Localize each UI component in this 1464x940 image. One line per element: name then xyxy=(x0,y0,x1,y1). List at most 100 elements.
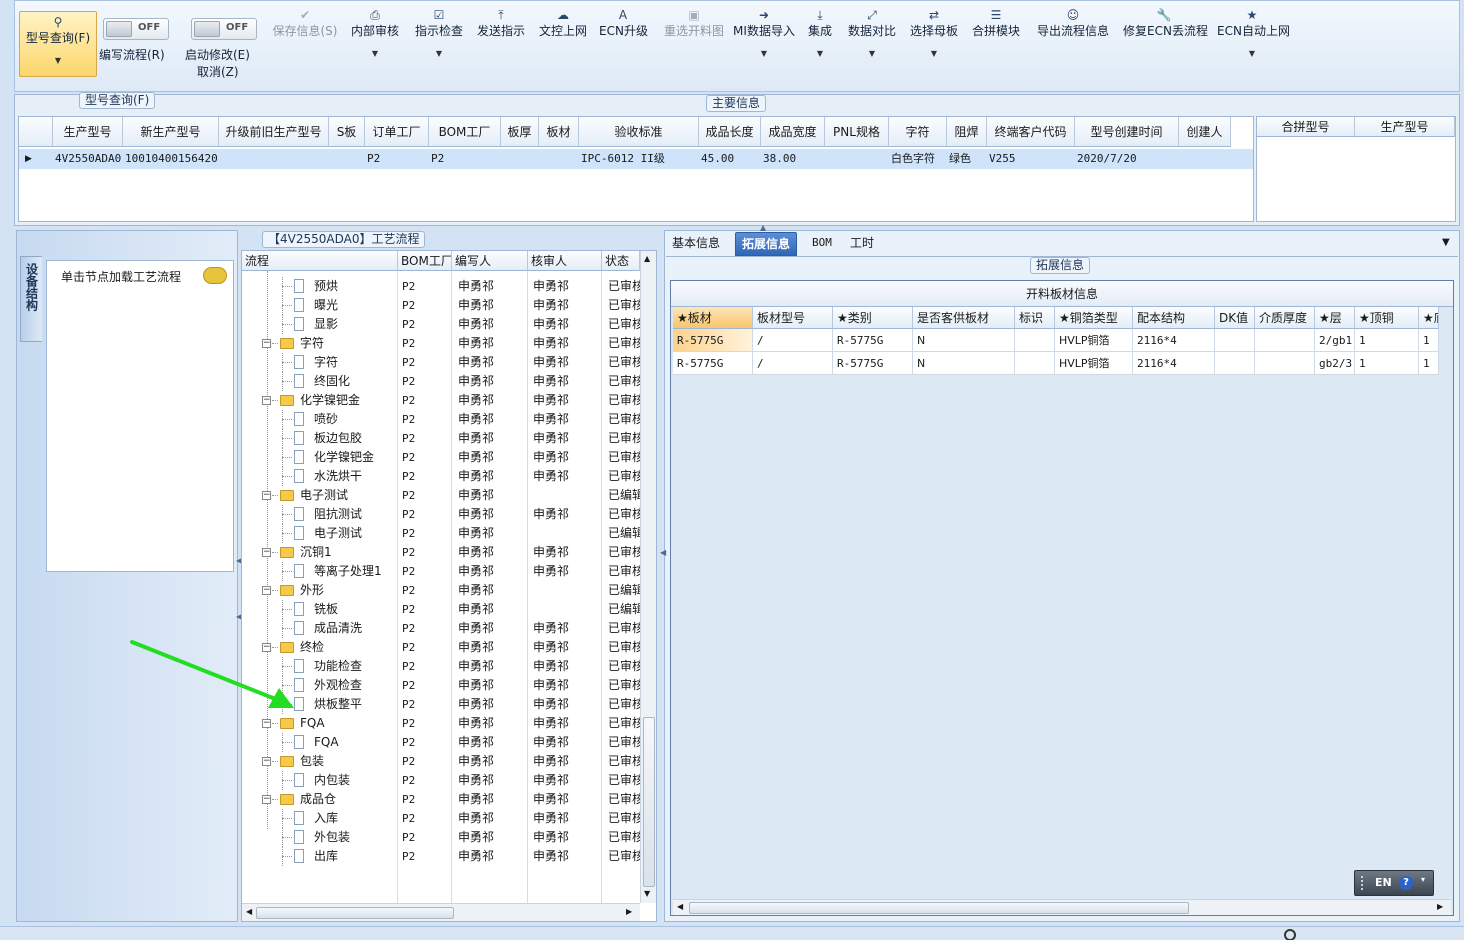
tree-item-row[interactable]: 水洗烘干 P2 申勇祁 申勇祁 已审核 xyxy=(242,467,640,486)
tree-item-row[interactable]: 预烘 P2 申勇祁 申勇祁 已审核 xyxy=(242,277,640,296)
internal-review-button[interactable]: ⎙ 内部审核 ▼ xyxy=(349,7,401,58)
sheet-cell[interactable]: 1 xyxy=(1419,329,1439,352)
sheet-cell[interactable]: R-5775G xyxy=(673,329,753,352)
sheet-cell[interactable]: / xyxy=(753,329,833,352)
scroll-right-icon[interactable]: ▶ xyxy=(626,907,632,916)
tab-extended-info[interactable]: 拓展信息 xyxy=(735,232,798,256)
tab-work-hours[interactable]: 工时 xyxy=(844,232,880,256)
col-header[interactable]: BOM工厂 xyxy=(398,251,452,271)
col-header[interactable]: 订单工厂 xyxy=(365,117,429,147)
col-header[interactable]: 流程 xyxy=(242,251,398,271)
tree-folder-row[interactable]: − 包装 P2 申勇祁 申勇祁 已审核 xyxy=(242,752,640,771)
col-header[interactable]: 编写人 xyxy=(452,251,528,271)
table-row[interactable]: ▶ 4V2550ADA0 10010400156420 P2 P2 IPC-60… xyxy=(19,149,1253,169)
scroll-right-icon[interactable]: ▶ xyxy=(1437,902,1443,911)
integrate-button[interactable]: ⤓ 集成 ▼ xyxy=(805,7,835,58)
tree-horizontal-scrollbar[interactable]: ◀ ▶ xyxy=(242,903,640,921)
tree-vertical-scrollbar[interactable]: ▲ ▼ xyxy=(640,251,656,903)
col-header[interactable]: PNL规格 xyxy=(825,117,889,147)
sheet-cell[interactable]: 1 xyxy=(1355,329,1419,352)
tree-folder-row[interactable]: − 终检 P2 申勇祁 申勇祁 已审核 xyxy=(242,638,640,657)
col-header[interactable]: 成品长度 xyxy=(699,117,761,147)
col-header[interactable]: S板 xyxy=(329,117,365,147)
sheet-col-header[interactable]: DK值 xyxy=(1215,307,1255,329)
col-header[interactable]: 升级前旧生产型号 xyxy=(219,117,329,147)
tab-bom[interactable]: BOM xyxy=(806,232,838,256)
scroll-left-icon[interactable]: ◀ xyxy=(677,902,683,911)
splitter-up-arrow-icon[interactable]: ▲ xyxy=(760,223,766,232)
sheet-cell[interactable]: R-5775G xyxy=(673,352,753,375)
ecn-upgrade-button[interactable]: A ECN升级 xyxy=(599,7,648,39)
collapse-toggle-icon[interactable]: − xyxy=(262,795,271,804)
col-header[interactable]: 成品宽度 xyxy=(761,117,825,147)
sheet-cell[interactable]: 1 xyxy=(1355,352,1419,375)
splitter-left-arrow-icon[interactable]: ◀ xyxy=(660,548,666,557)
sheet-cell[interactable] xyxy=(1255,352,1315,375)
sheet-cell[interactable]: HVLP铜箔 xyxy=(1055,329,1133,352)
collapse-toggle-icon[interactable]: − xyxy=(262,586,271,595)
tree-item-row[interactable]: 内包装 P2 申勇祁 申勇祁 已审核 xyxy=(242,771,640,790)
sheet-col-header[interactable]: ★板材 xyxy=(673,307,753,329)
sheet-cell[interactable]: HVLP铜箔 xyxy=(1055,352,1133,375)
reselect-cutting-chart-button[interactable]: ▣ 重选开料图 xyxy=(657,7,731,39)
tree-item-row[interactable]: 功能检查 P2 申勇祁 申勇祁 已审核 xyxy=(242,657,640,676)
equipment-structure-tab[interactable]: 设备结构 xyxy=(20,256,42,342)
tree-item-row[interactable]: 入库 P2 申勇祁 申勇祁 已审核 xyxy=(242,809,640,828)
tree-folder-row[interactable]: − 沉铜1 P2 申勇祁 申勇祁 已审核 xyxy=(242,543,640,562)
tree-item-row[interactable]: 字符 P2 申勇祁 申勇祁 已审核 xyxy=(242,353,640,372)
ime-menu-icon[interactable]: ▾ xyxy=(1421,875,1425,884)
sheet-horizontal-scrollbar[interactable]: ◀ ▶ xyxy=(673,899,1451,915)
tree-item-row[interactable]: 成品清洗 P2 申勇祁 申勇祁 已审核 xyxy=(242,619,640,638)
col-header[interactable]: 阻焊 xyxy=(947,117,987,147)
collapse-toggle-icon[interactable]: − xyxy=(262,548,271,557)
tree-item-row[interactable]: 化学镍钯金 P2 申勇祁 申勇祁 已审核 xyxy=(242,448,640,467)
sheet-cell[interactable] xyxy=(1255,329,1315,352)
tree-item-row[interactable]: 板边包胶 P2 申勇祁 申勇祁 已审核 xyxy=(242,429,640,448)
sheet-col-header[interactable]: ★铜箔类型 xyxy=(1055,307,1133,329)
scroll-left-icon[interactable]: ◀ xyxy=(246,907,252,916)
scroll-thumb[interactable] xyxy=(689,902,1189,914)
tree-item-row[interactable]: 铣板 P2 申勇祁 已编辑 xyxy=(242,600,640,619)
save-info-button[interactable]: ✔ 保存信息(S) xyxy=(269,7,341,39)
tree-item-row[interactable]: 终固化 P2 申勇祁 申勇祁 已审核 xyxy=(242,372,640,391)
tree-item-row[interactable]: 出库 P2 申勇祁 申勇祁 已审核 xyxy=(242,847,640,866)
model-query-button[interactable]: ⚲ 型号查询(F) ▼ xyxy=(19,11,97,77)
scroll-thumb[interactable] xyxy=(643,717,655,887)
collapse-toggle-icon[interactable]: − xyxy=(262,339,271,348)
sheet-col-header[interactable]: ★类别 xyxy=(833,307,913,329)
tab-basic-info[interactable]: 基本信息 xyxy=(666,232,726,256)
sheet-cell[interactable]: N xyxy=(913,329,1015,352)
scroll-up-icon[interactable]: ▲ xyxy=(644,254,650,263)
sheet-col-header[interactable]: 是否客供板材 xyxy=(913,307,1015,329)
col-header[interactable]: 创建人 xyxy=(1179,117,1231,147)
tree-item-row[interactable]: FQA P2 申勇祁 申勇祁 已审核 xyxy=(242,733,640,752)
sheet-cell[interactable]: 2/gb1 xyxy=(1315,329,1355,352)
col-header[interactable]: 状态 xyxy=(602,251,640,271)
sheet-cell[interactable] xyxy=(1215,329,1255,352)
tree-item-row[interactable]: 显影 P2 申勇祁 申勇祁 已审核 xyxy=(242,315,640,334)
tree-item-row[interactable]: 烘板整平 P2 申勇祁 申勇祁 已审核 xyxy=(242,695,640,714)
sheet-cell[interactable]: 2116*4 xyxy=(1133,329,1215,352)
scroll-thumb[interactable] xyxy=(256,907,454,919)
tree-item-row[interactable]: 喷砂 P2 申勇祁 申勇祁 已审核 xyxy=(242,410,640,429)
tree-folder-row[interactable]: − 化学镍钯金 P2 申勇祁 申勇祁 已审核 xyxy=(242,391,640,410)
mi-data-import-button[interactable]: ➜ MI数据导入 ▼ xyxy=(731,7,797,58)
col-header[interactable]: 板厚 xyxy=(501,117,539,147)
tree-item-row[interactable]: 外包装 P2 申勇祁 申勇祁 已审核 xyxy=(242,828,640,847)
sheet-col-header[interactable]: ★层 xyxy=(1315,307,1355,329)
tree-folder-row[interactable]: − 字符 P2 申勇祁 申勇祁 已审核 xyxy=(242,334,640,353)
fix-ecn-lost-flow-button[interactable]: 🔧 修复ECN丢流程 xyxy=(1123,7,1208,39)
instruction-check-button[interactable]: ☑ 指示检查 ▼ xyxy=(413,7,465,58)
tree-folder-row[interactable]: − 外形 P2 申勇祁 已编辑 xyxy=(242,581,640,600)
tree-item-row[interactable]: 曝光 P2 申勇祁 申勇祁 已审核 xyxy=(242,296,640,315)
tree-item-row[interactable]: 外观检查 P2 申勇祁 申勇祁 已审核 xyxy=(242,676,640,695)
sheet-col-header[interactable]: ★底 xyxy=(1419,307,1439,329)
tree-item-row[interactable]: 等离子处理1 P2 申勇祁 申勇祁 已审核 xyxy=(242,562,640,581)
send-instruction-button[interactable]: ⤒ 发送指示 xyxy=(475,7,527,39)
sheet-col-header[interactable]: 标识 xyxy=(1015,307,1055,329)
col-header[interactable]: 验收标准 xyxy=(579,117,699,147)
sheet-cell[interactable]: gb2/3 xyxy=(1315,352,1355,375)
scroll-down-icon[interactable]: ▼ xyxy=(644,889,650,898)
col-header[interactable]: 核审人 xyxy=(528,251,602,271)
col-header[interactable]: 型号创建时间 xyxy=(1075,117,1179,147)
